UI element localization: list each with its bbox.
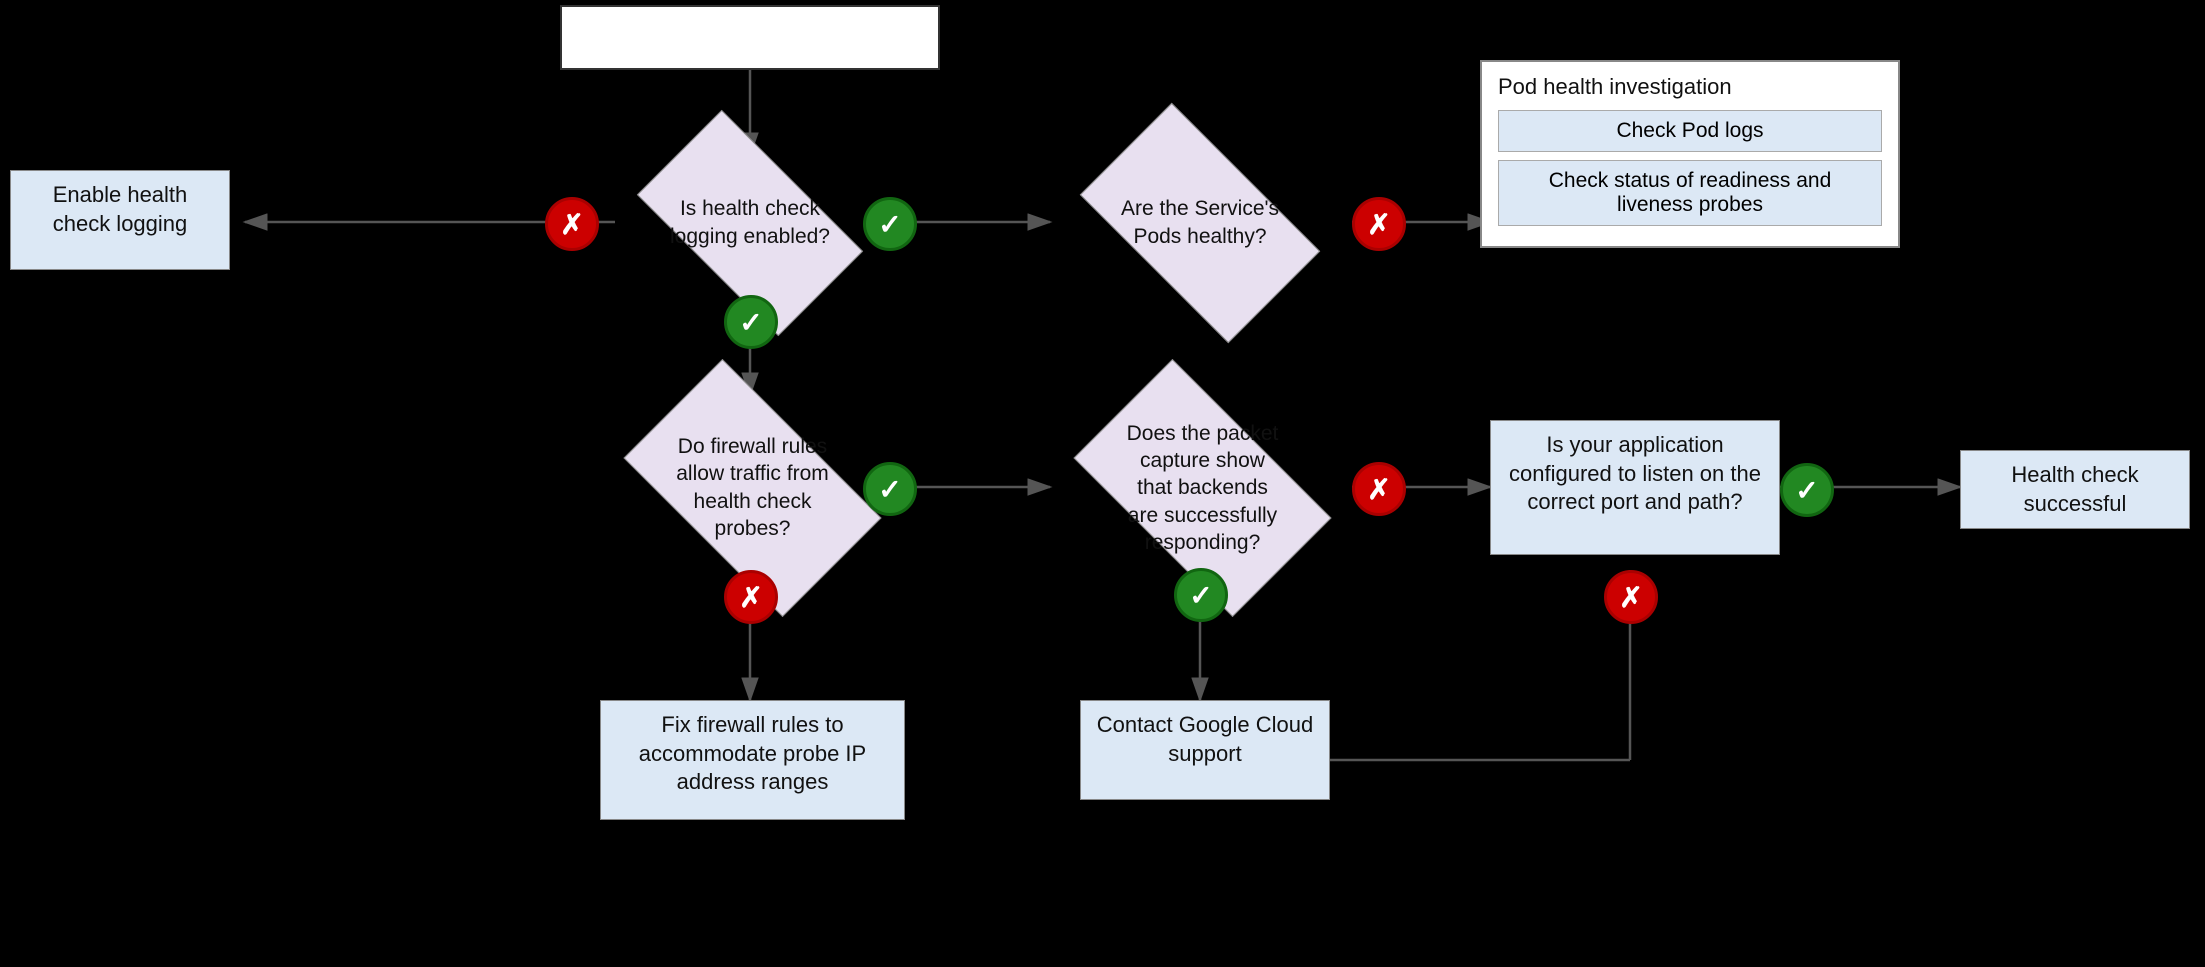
- diamond-text-1: Is health check logging enabled?: [670, 195, 830, 250]
- flowchart: Is health check logging enabled? Are the…: [0, 0, 2205, 967]
- box-correct-port: Is your application configured to listen…: [1490, 420, 1780, 555]
- diamond-text-4: Does the packet capture show that backen…: [1123, 420, 1283, 556]
- box-contact-support: Contact Google Cloud support: [1080, 700, 1330, 800]
- circle-no-pods: ✗: [1352, 197, 1406, 251]
- check-pod-logs-item: Check Pod logs: [1498, 110, 1882, 152]
- circle-no-packet: ✗: [1352, 462, 1406, 516]
- start-box: [560, 5, 940, 70]
- box-enable-logging: Enable health check logging: [10, 170, 230, 270]
- circle-no-port-down: ✗: [1604, 570, 1658, 624]
- circle-yes-port-right: ✓: [1780, 463, 1834, 517]
- pod-investigation-container: Pod health investigation Check Pod logs …: [1480, 60, 1900, 248]
- circle-no-firewall-down: ✗: [724, 570, 778, 624]
- circle-yes-logging-down: ✓: [724, 295, 778, 349]
- circle-no-logging: ✗: [545, 197, 599, 251]
- diamond-packet: Does the packet capture show that backen…: [1040, 398, 1365, 578]
- pod-investigation-title: Pod health investigation: [1498, 74, 1882, 100]
- diamond-firewall: Do firewall rules allow traffic from hea…: [600, 395, 905, 580]
- diamond-text-3: Do firewall rules allow traffic from hea…: [673, 433, 833, 542]
- check-readiness-item: Check status of readiness and liveness p…: [1498, 160, 1882, 226]
- circle-yes-packet-down: ✓: [1174, 568, 1228, 622]
- diamond-pods-healthy: Are the Service's Pods healthy?: [1040, 155, 1360, 290]
- circle-yes-firewall-right: ✓: [863, 462, 917, 516]
- circle-yes-logging-right: ✓: [863, 197, 917, 251]
- box-health-successful: Health check successful: [1960, 450, 2190, 529]
- diamond-text-2: Are the Service's Pods healthy?: [1120, 195, 1280, 250]
- box-fix-firewall: Fix firewall rules to accommodate probe …: [600, 700, 905, 820]
- diamond-logging-enabled: Is health check logging enabled?: [615, 155, 885, 290]
